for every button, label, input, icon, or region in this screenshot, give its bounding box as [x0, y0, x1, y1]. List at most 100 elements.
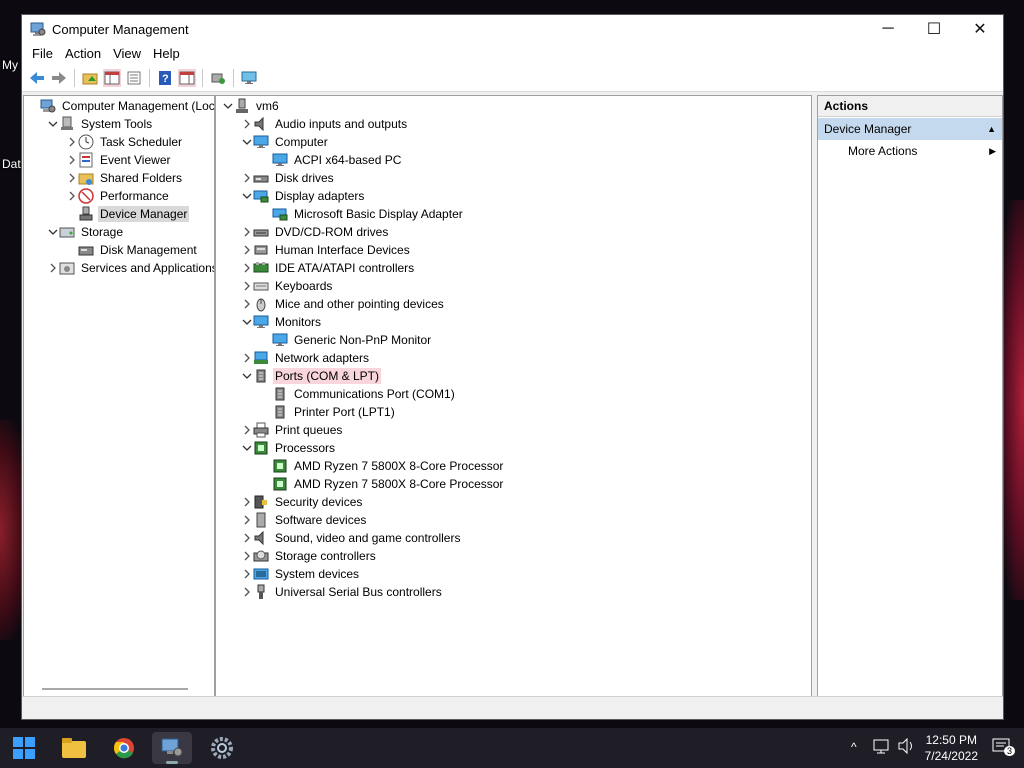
- expand-chevron-icon[interactable]: [241, 583, 253, 601]
- expand-chevron-icon[interactable]: [241, 259, 253, 277]
- device-tree-node[interactable]: Ports (COM & LPT): [241, 367, 382, 385]
- device-tree-node[interactable]: Display adapters: [241, 187, 366, 205]
- chevron-up-icon[interactable]: ^: [851, 740, 857, 754]
- device-tree-node[interactable]: Keyboards: [241, 277, 334, 295]
- device-tree-node[interactable]: System devices: [241, 565, 361, 583]
- expand-chevron-icon[interactable]: [241, 223, 253, 241]
- expand-chevron-icon[interactable]: [241, 547, 253, 565]
- show-hide-action-pane-icon[interactable]: [178, 69, 196, 87]
- device-tree-node[interactable]: Disk drives: [241, 169, 336, 187]
- start-button[interactable]: [4, 732, 44, 764]
- desktop-label-2[interactable]: Dat: [2, 157, 21, 171]
- device-tree-node[interactable]: ACPI x64-based PC: [260, 151, 403, 169]
- clock[interactable]: 12:50 PM 7/24/2022: [925, 732, 978, 764]
- device-tree-node[interactable]: DVD/CD-ROM drives: [241, 223, 390, 241]
- settings-button[interactable]: [202, 732, 242, 764]
- notification-button[interactable]: 3: [992, 738, 1016, 759]
- console-tree-node[interactable]: Services and Applications: [47, 259, 214, 277]
- help-icon[interactable]: ?: [156, 69, 174, 87]
- expand-chevron-icon[interactable]: [66, 169, 78, 187]
- more-actions-item[interactable]: More Actions ▶: [818, 140, 1002, 162]
- close-button[interactable]: ✕: [957, 15, 1003, 43]
- device-tree-node[interactable]: Communications Port (COM1): [260, 385, 457, 403]
- update-driver-icon[interactable]: [209, 69, 227, 87]
- device-tree-node[interactable]: IDE ATA/ATAPI controllers: [241, 259, 416, 277]
- expand-chevron-icon[interactable]: [241, 421, 253, 439]
- title-bar[interactable]: Computer Management ─ ☐ ✕: [22, 15, 1003, 43]
- menu-action[interactable]: Action: [59, 43, 107, 65]
- console-tree-node[interactable]: Computer Management (Local: [28, 97, 214, 115]
- device-tree-node[interactable]: Sound, video and game controllers: [241, 529, 462, 547]
- expand-chevron-icon[interactable]: [241, 295, 253, 313]
- computer-management-taskbar-button[interactable]: [152, 732, 192, 764]
- device-tree-node[interactable]: Storage controllers: [241, 547, 378, 565]
- properties-icon[interactable]: [125, 69, 143, 87]
- device-tree-node[interactable]: Processors: [241, 439, 337, 457]
- expand-chevron-icon[interactable]: [241, 511, 253, 529]
- device-tree-node[interactable]: AMD Ryzen 7 5800X 8-Core Processor: [260, 457, 505, 475]
- device-tree-node[interactable]: vm6: [222, 97, 281, 115]
- collapse-chevron-icon[interactable]: [241, 439, 253, 457]
- console-tree-node[interactable]: Performance: [66, 187, 171, 205]
- horizontal-scrollbar[interactable]: [42, 688, 188, 690]
- expand-chevron-icon[interactable]: [241, 529, 253, 547]
- monitor-icon[interactable]: [240, 69, 258, 87]
- device-tree-node[interactable]: AMD Ryzen 7 5800X 8-Core Processor: [260, 475, 505, 493]
- device-tree-node[interactable]: Software devices: [241, 511, 368, 529]
- console-tree-node[interactable]: Shared Folders: [66, 169, 184, 187]
- volume-icon[interactable]: [898, 737, 916, 757]
- device-tree-node[interactable]: Print queues: [241, 421, 344, 439]
- collapse-chevron-icon[interactable]: [222, 97, 234, 115]
- console-tree-node[interactable]: Disk Management: [66, 241, 199, 259]
- expand-chevron-icon[interactable]: [66, 133, 78, 151]
- device-tree-node[interactable]: Computer: [241, 133, 330, 151]
- collapse-chevron-icon[interactable]: [241, 313, 253, 331]
- chrome-button[interactable]: [104, 732, 144, 764]
- collapse-chevron-icon[interactable]: [47, 115, 59, 133]
- network-icon[interactable]: [873, 738, 891, 757]
- device-tree-node[interactable]: Audio inputs and outputs: [241, 115, 409, 133]
- expand-chevron-icon[interactable]: [66, 151, 78, 169]
- device-tree-node[interactable]: Human Interface Devices: [241, 241, 412, 259]
- menu-file[interactable]: File: [26, 43, 59, 65]
- device-tree-node[interactable]: Network adapters: [241, 349, 371, 367]
- device-tree-node[interactable]: Microsoft Basic Display Adapter: [260, 205, 465, 223]
- device-tree-node[interactable]: Generic Non-PnP Monitor: [260, 331, 433, 349]
- console-tree-node[interactable]: Event Viewer: [66, 151, 172, 169]
- collapse-chevron-icon[interactable]: [47, 223, 59, 241]
- show-hide-tree-icon[interactable]: [103, 69, 121, 87]
- expand-chevron-icon[interactable]: [241, 277, 253, 295]
- expand-chevron-icon[interactable]: [241, 493, 253, 511]
- device-tree-node[interactable]: Security devices: [241, 493, 364, 511]
- expand-chevron-icon[interactable]: [241, 169, 253, 187]
- monitor-icon: [253, 314, 269, 330]
- up-folder-icon[interactable]: [81, 69, 99, 87]
- console-tree-node[interactable]: Storage: [47, 223, 125, 241]
- console-tree-node[interactable]: System Tools: [47, 115, 154, 133]
- back-icon[interactable]: [28, 69, 46, 87]
- forward-icon[interactable]: [50, 69, 68, 87]
- expand-chevron-icon[interactable]: [241, 565, 253, 583]
- actions-section-device-manager[interactable]: Device Manager ▲: [818, 118, 1002, 140]
- minimize-button[interactable]: ─: [865, 15, 911, 43]
- expand-chevron-icon[interactable]: [241, 241, 253, 259]
- expand-chevron-icon[interactable]: [47, 259, 59, 277]
- maximize-button[interactable]: ☐: [911, 15, 957, 43]
- collapse-chevron-icon[interactable]: [241, 367, 253, 385]
- expand-chevron-icon[interactable]: [66, 187, 78, 205]
- expand-chevron-icon[interactable]: [241, 115, 253, 133]
- desktop-label-1[interactable]: My: [2, 58, 18, 72]
- console-tree-node[interactable]: Device Manager: [66, 205, 190, 223]
- device-tree-node[interactable]: Printer Port (LPT1): [260, 403, 397, 421]
- collapse-chevron-icon[interactable]: [241, 187, 253, 205]
- device-tree-node[interactable]: Mice and other pointing devices: [241, 295, 446, 313]
- collapse-arrow-icon[interactable]: ▲: [987, 118, 996, 140]
- expand-chevron-icon[interactable]: [241, 349, 253, 367]
- console-tree-node[interactable]: Task Scheduler: [66, 133, 184, 151]
- menu-help[interactable]: Help: [147, 43, 186, 65]
- file-explorer-button[interactable]: [54, 732, 94, 764]
- device-tree-node[interactable]: Monitors: [241, 313, 323, 331]
- device-tree-node[interactable]: Universal Serial Bus controllers: [241, 583, 444, 601]
- menu-view[interactable]: View: [107, 43, 147, 65]
- collapse-chevron-icon[interactable]: [241, 133, 253, 151]
